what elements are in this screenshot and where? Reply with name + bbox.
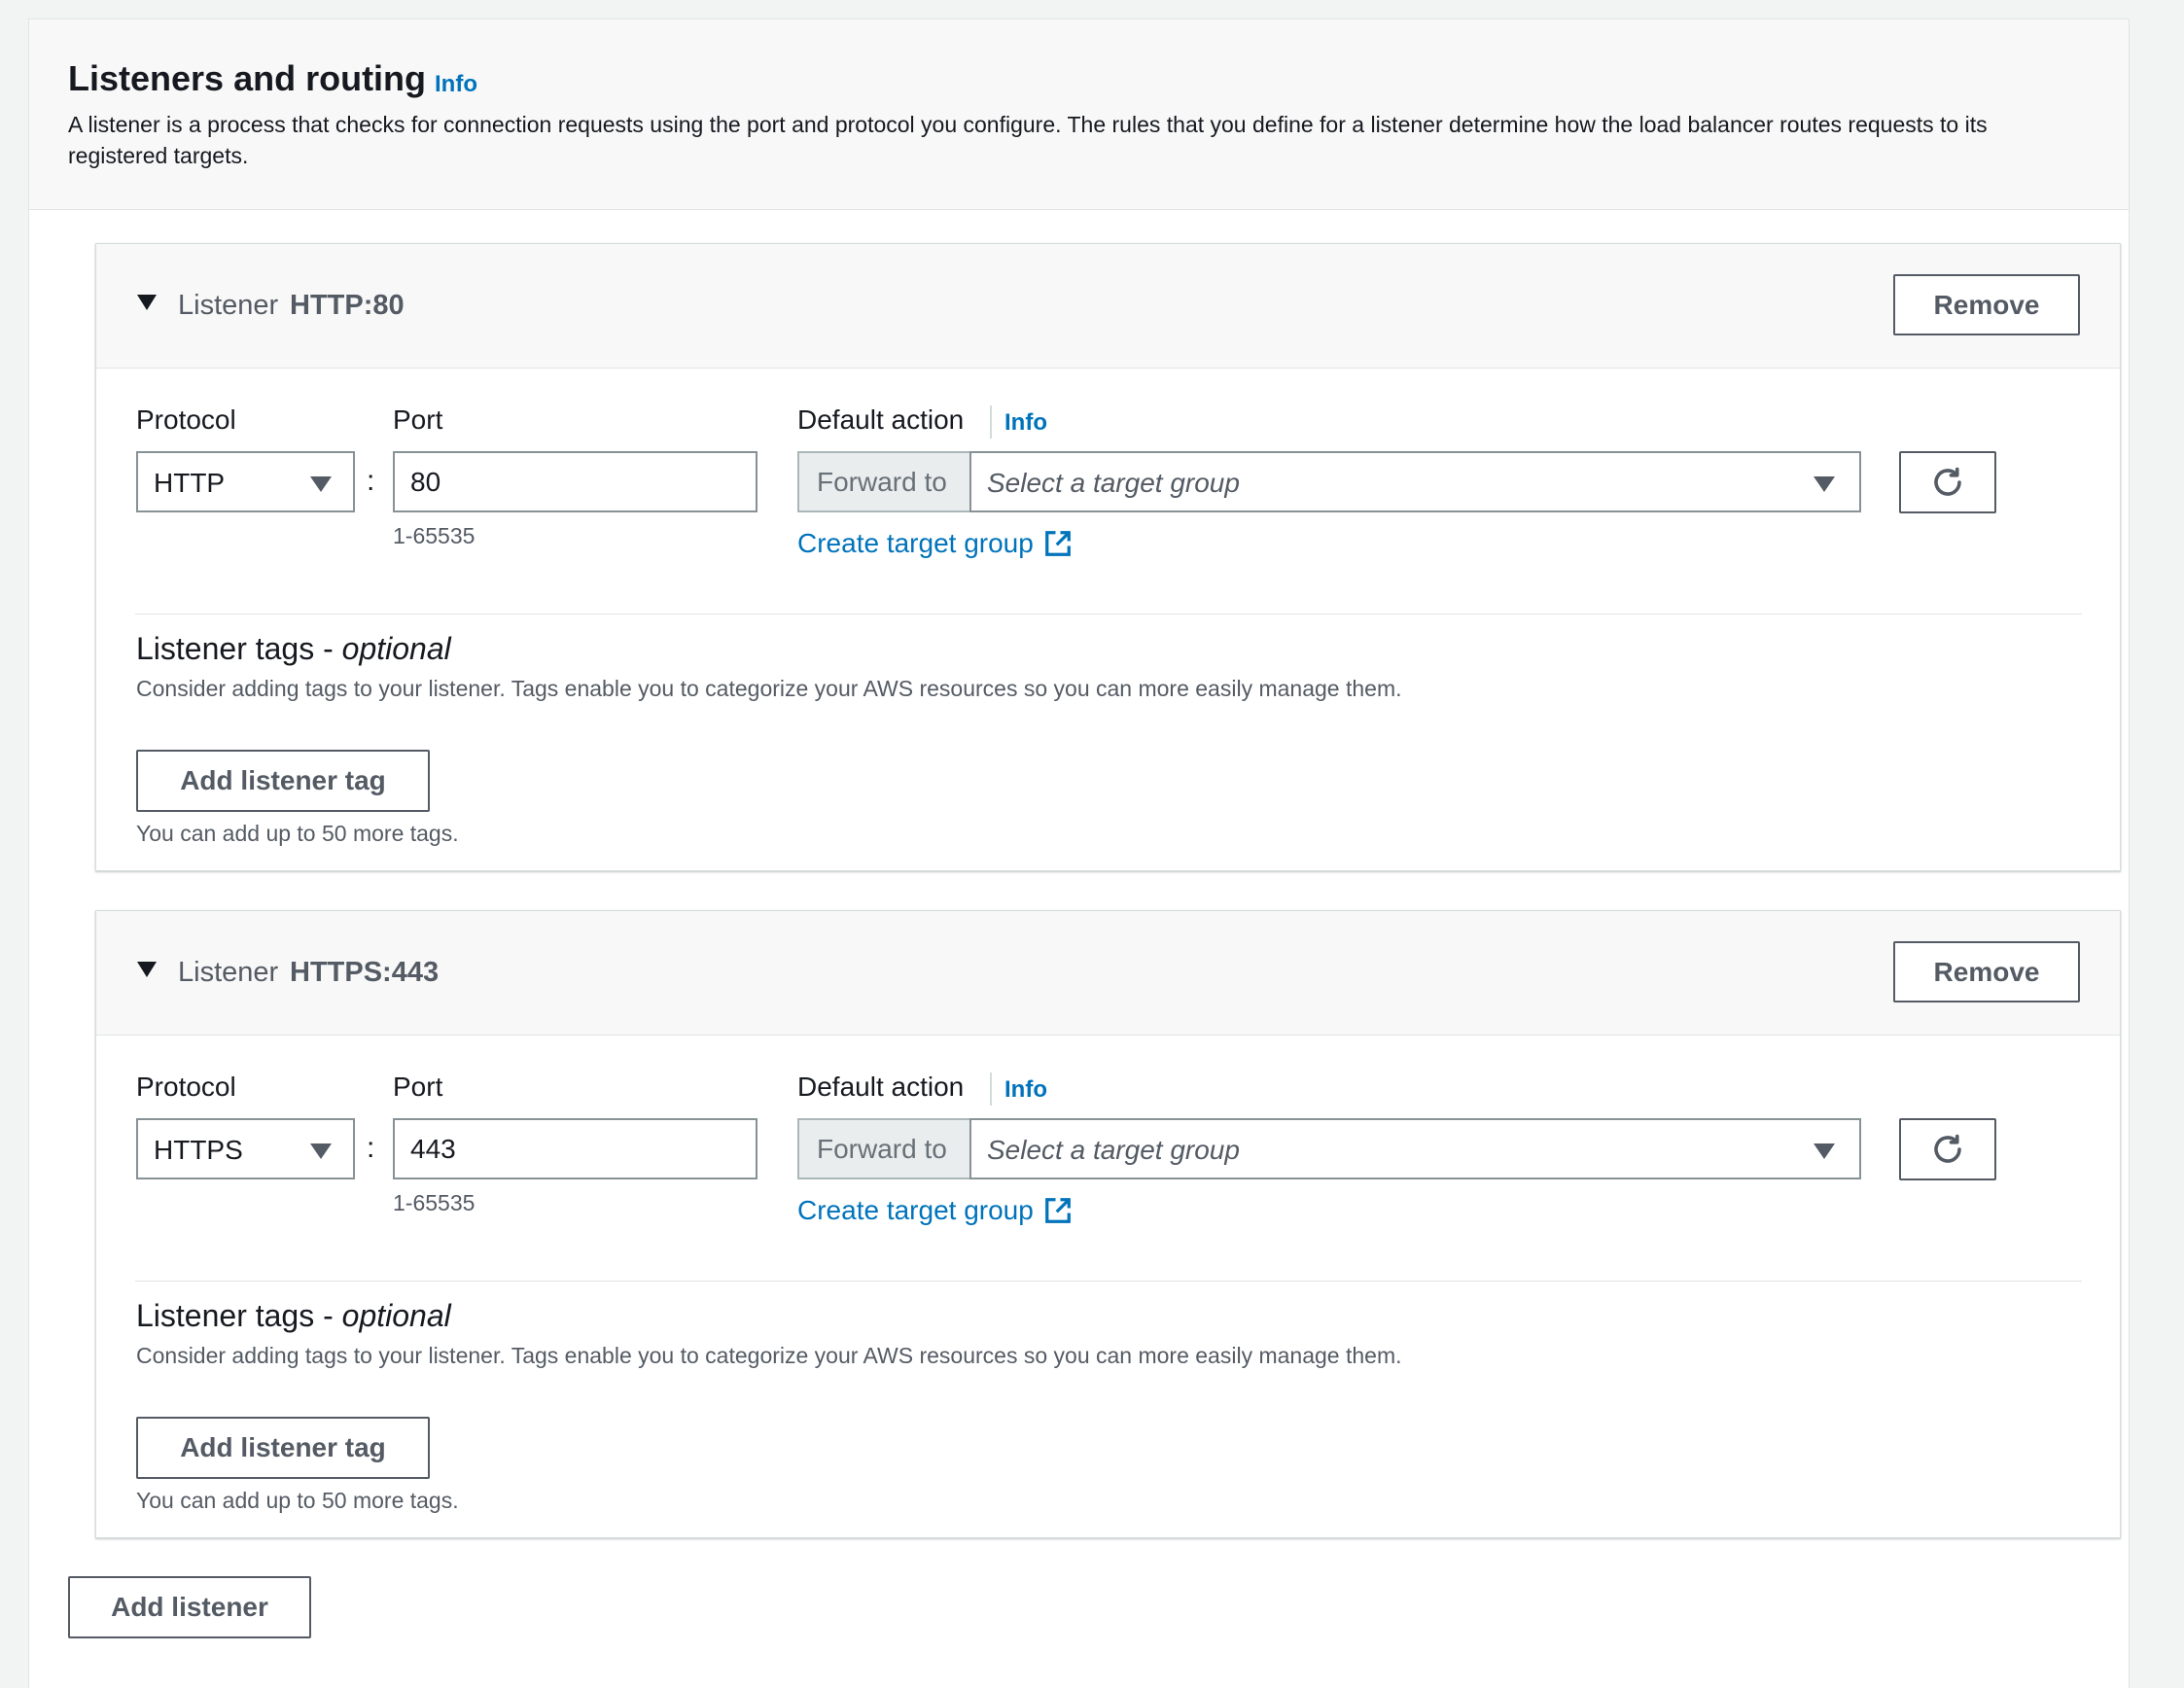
- create-target-group-link[interactable]: Create target group: [797, 528, 1073, 559]
- tags-title-text: Listener tags -: [136, 1298, 342, 1333]
- listener-tags-description: Consider adding tags to your listener. T…: [136, 676, 1402, 701]
- protocol-select[interactable]: HTTP: [136, 451, 355, 512]
- tags-limit-text: You can add up to 50 more tags.: [136, 1488, 459, 1513]
- port-hint: 1-65535: [393, 1190, 476, 1215]
- tags-title-optional: optional: [341, 1298, 451, 1333]
- default-action-label: Default action: [797, 404, 965, 435]
- listener-tags-title: Listener tags - optional: [136, 631, 451, 667]
- tags-limit-text: You can add up to 50 more tags.: [136, 821, 459, 846]
- create-target-group-label: Create target group: [797, 1195, 1034, 1225]
- target-group-select[interactable]: Select a target group: [969, 451, 1861, 512]
- colon-separator: :: [367, 465, 375, 497]
- refresh-target-groups-button[interactable]: [1899, 451, 1996, 513]
- refresh-icon: [1934, 1134, 1961, 1163]
- remove-listener-button[interactable]: Remove: [1893, 941, 2080, 1002]
- section-divider: [135, 614, 2082, 615]
- listeners-routing-panel: Listeners and routing Info A listener is…: [28, 18, 2130, 1688]
- target-group-placeholder: Select a target group: [987, 1135, 1240, 1165]
- add-listener-tag-button[interactable]: Add listener tag: [136, 750, 430, 812]
- port-input[interactable]: [393, 451, 757, 512]
- listener-tags-title: Listener tags - optional: [136, 1298, 451, 1334]
- protocol-value: HTTPS: [154, 1135, 243, 1165]
- info-separator: [990, 1073, 992, 1106]
- tags-title-text: Listener tags -: [136, 631, 342, 666]
- listener-tags-description: Consider adding tags to your listener. T…: [136, 1343, 1402, 1368]
- target-group-placeholder: Select a target group: [987, 468, 1240, 498]
- listener-card-https: Listener HTTPS:443 Remove Protocol HTTPS…: [95, 910, 2121, 1538]
- port-label: Port: [393, 1072, 443, 1102]
- panel-header: Listeners and routing Info A listener is…: [29, 19, 2129, 210]
- dropdown-caret-icon: [1814, 1143, 1835, 1159]
- listener-header: Listener HTTP:80 Remove: [96, 244, 2120, 369]
- listener-card-http: Listener HTTP:80 Remove Protocol HTTP : …: [95, 243, 2121, 871]
- info-separator: [990, 405, 992, 439]
- external-link-icon: [1043, 1196, 1073, 1225]
- listener-id: HTTP:80: [290, 290, 405, 321]
- create-target-group-label: Create target group: [797, 528, 1034, 558]
- section-description: A listener is a process that checks for …: [68, 112, 1988, 168]
- forward-to-prefix: Forward to: [797, 451, 969, 512]
- dropdown-caret-icon: [1814, 476, 1835, 492]
- forward-to-group: Forward to Select a target group: [797, 451, 1861, 512]
- add-listener-tag-button[interactable]: Add listener tag: [136, 1417, 430, 1479]
- section-divider: [135, 1281, 2082, 1282]
- external-link-icon: [1043, 529, 1073, 558]
- dropdown-caret-icon: [310, 476, 332, 492]
- listener-label: Listener: [178, 957, 279, 988]
- port-hint: 1-65535: [393, 523, 476, 548]
- caret-down-icon[interactable]: [137, 295, 157, 310]
- protocol-value: HTTP: [154, 468, 226, 498]
- section-title: Listeners and routing: [68, 58, 427, 98]
- create-target-group-link[interactable]: Create target group: [797, 1195, 1073, 1226]
- add-listener-button[interactable]: Add listener: [68, 1576, 311, 1638]
- refresh-icon: [1934, 467, 1961, 496]
- refresh-target-groups-button[interactable]: [1899, 1118, 1996, 1180]
- section-info-link[interactable]: Info: [435, 71, 477, 98]
- remove-listener-button[interactable]: Remove: [1893, 274, 2080, 335]
- protocol-select[interactable]: HTTPS: [136, 1118, 355, 1179]
- listener-label: Listener: [178, 290, 279, 321]
- dropdown-caret-icon: [310, 1143, 332, 1159]
- default-action-info-link[interactable]: Info: [1004, 1076, 1047, 1104]
- caret-down-icon[interactable]: [137, 962, 157, 977]
- port-label: Port: [393, 404, 443, 435]
- protocol-label: Protocol: [136, 1072, 236, 1102]
- tags-title-optional: optional: [341, 631, 451, 666]
- port-input[interactable]: [393, 1118, 757, 1179]
- forward-to-prefix: Forward to: [797, 1118, 969, 1179]
- protocol-label: Protocol: [136, 404, 236, 435]
- listener-id: HTTPS:443: [290, 957, 440, 988]
- listener-header: Listener HTTPS:443 Remove: [96, 911, 2120, 1036]
- default-action-info-link[interactable]: Info: [1004, 409, 1047, 437]
- default-action-label: Default action: [797, 1072, 965, 1102]
- forward-to-group: Forward to Select a target group: [797, 1118, 1861, 1179]
- target-group-select[interactable]: Select a target group: [969, 1118, 1861, 1179]
- colon-separator: :: [367, 1132, 375, 1164]
